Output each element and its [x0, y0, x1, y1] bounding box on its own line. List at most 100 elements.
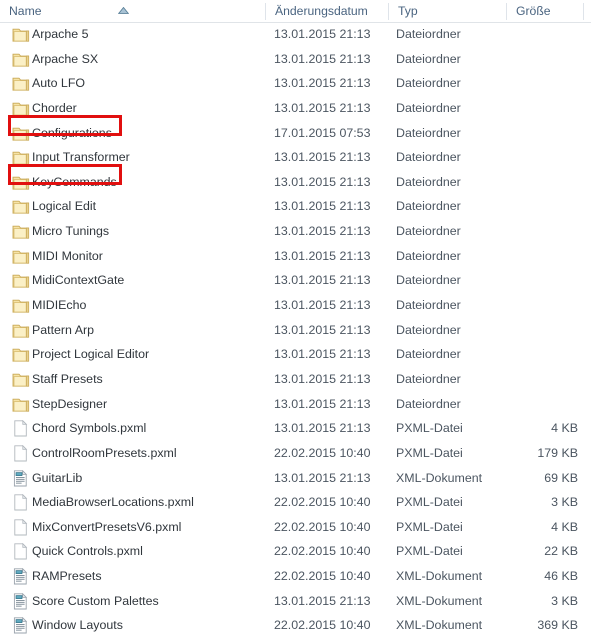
- cell-date: 13.01.2015 21:13: [274, 347, 371, 362]
- cell-name: StepDesigner: [32, 396, 108, 411]
- cell-size: [500, 318, 578, 343]
- table-row[interactable]: KeyCommands 13.01.2015 21:13 Dateiordner: [0, 170, 591, 195]
- cell-size: [500, 96, 578, 121]
- table-row[interactable]: Arpache SX 13.01.2015 21:13 Dateiordner: [0, 47, 591, 72]
- table-row[interactable]: Micro Tunings 13.01.2015 21:13 Dateiordner: [0, 219, 591, 244]
- blank-document-icon: [12, 494, 30, 511]
- cell-size: [500, 392, 578, 417]
- cell-date: 22.02.2015 10:40: [274, 618, 371, 633]
- cell-size: [500, 145, 578, 170]
- cell-name: MediaBrowserLocations.pxml: [32, 495, 194, 510]
- table-row[interactable]: MediaBrowserLocations.pxml 22.02.2015 10:…: [0, 490, 591, 515]
- table-row[interactable]: Score Custom Palettes 13.01.2015 21:13 XML…: [0, 589, 591, 614]
- cell-date: 22.02.2015 10:40: [274, 544, 371, 559]
- folder-icon: [12, 75, 30, 92]
- cell-size: [500, 170, 578, 195]
- table-row[interactable]: Input Transformer 13.01.2015 21:13 Dateior…: [0, 145, 591, 170]
- table-row[interactable]: Auto LFO 13.01.2015 21:13 Dateiordner: [0, 71, 591, 96]
- blank-document-icon: [12, 444, 30, 462]
- cell-name: Micro Tunings: [32, 224, 110, 239]
- cell-type: XML-Dokument: [396, 470, 483, 485]
- table-row[interactable]: MIDI Monitor 13.01.2015 21:13 Dateiordner: [0, 244, 591, 269]
- cell-date: 22.02.2015 10:40: [274, 445, 371, 460]
- cell-date: 13.01.2015 21:13: [274, 273, 371, 288]
- column-header-type[interactable]: Typ: [389, 0, 506, 22]
- cell-size: 179 KB: [537, 445, 578, 460]
- cell-size: [500, 121, 578, 146]
- cell-name: MidiContextGate: [32, 273, 125, 288]
- blank-document-icon: [12, 420, 30, 437]
- cell-date: 13.01.2015 21:13: [274, 224, 371, 239]
- cell-name: MIDIEcho: [32, 298, 87, 313]
- cell-name: Auto LFO: [32, 76, 86, 91]
- sort-ascending-arrow-icon: [117, 1, 130, 14]
- cell-name: Arpache 5: [32, 27, 89, 41]
- cell-type: Dateiordner: [396, 224, 461, 239]
- table-row[interactable]: Project Logical Editor 13.01.2015 21:13 Da…: [0, 342, 591, 367]
- cell-size: 369 KB: [537, 618, 578, 633]
- cell-type: Dateiordner: [396, 396, 461, 411]
- cell-date: 13.01.2015 21:13: [274, 150, 371, 165]
- table-row[interactable]: ControlRoomPresets.pxml 22.02.2015 10:40 P…: [0, 441, 591, 466]
- cell-date: 13.01.2015 21:13: [274, 298, 371, 313]
- xml-document-icon: [12, 567, 30, 585]
- cell-type: PXML-Datei: [396, 421, 463, 436]
- table-row[interactable]: Quick Controls.pxml 22.02.2015 10:40 PXML-…: [0, 539, 591, 564]
- cell-name: KeyCommands: [32, 174, 117, 189]
- table-row[interactable]: Staff Presets 13.01.2015 21:13 Dateiordner: [0, 367, 591, 392]
- cell-size: [500, 244, 578, 269]
- cell-type: Dateiordner: [396, 125, 461, 140]
- folder-icon: [12, 26, 30, 43]
- cell-type: XML-Dokument: [396, 593, 483, 608]
- table-row[interactable]: Configurations 17.01.2015 07:53 Dateiordne…: [0, 121, 591, 146]
- xml-document-icon: [12, 469, 30, 487]
- column-header-size-label: Größe: [516, 4, 551, 18]
- column-header-date[interactable]: Änderungsdatum: [266, 0, 388, 22]
- table-row[interactable]: GuitarLib 13.01.2015 21:13 XML-Dokument 69 …: [0, 466, 591, 491]
- cell-name: Staff Presets: [32, 371, 103, 386]
- cell-name: Pattern Arp: [32, 322, 94, 337]
- table-row[interactable]: MidiContextGate 13.01.2015 21:13 Dateiordn…: [0, 268, 591, 293]
- cell-name: Arpache SX: [32, 51, 99, 66]
- cell-type: PXML-Datei: [396, 495, 463, 510]
- cell-type: Dateiordner: [396, 371, 461, 386]
- cell-date: 13.01.2015 21:13: [274, 174, 371, 189]
- cell-name: Logical Edit: [32, 199, 97, 214]
- cell-size: 3 KB: [551, 593, 578, 608]
- folder-icon: [12, 100, 30, 117]
- table-row[interactable]: Chorder 13.01.2015 21:13 Dateiordner: [0, 96, 591, 121]
- cell-size: [500, 71, 578, 96]
- cell-type: Dateiordner: [396, 273, 461, 288]
- cell-type: PXML-Datei: [396, 519, 463, 534]
- table-row[interactable]: Arpache 5 13.01.2015 21:13 Dateiordner: [0, 22, 591, 47]
- cell-date: 13.01.2015 21:13: [274, 100, 371, 115]
- column-header-date-label: Änderungsdatum: [275, 4, 368, 18]
- table-row[interactable]: Pattern Arp 13.01.2015 21:13 Dateiordner: [0, 318, 591, 343]
- folder-icon: [12, 371, 30, 388]
- cell-type: Dateiordner: [396, 199, 461, 214]
- table-row[interactable]: Logical Edit 13.01.2015 21:13 Dateiordner: [0, 194, 591, 219]
- file-list-rows: Arpache 5 13.01.2015 21:13 Dateiordner Arpa…: [0, 22, 591, 634]
- blank-document-icon: [12, 543, 30, 560]
- table-row[interactable]: MIDIEcho 13.01.2015 21:13 Dateiordner: [0, 293, 591, 318]
- cell-date: 13.01.2015 21:13: [274, 322, 371, 337]
- cell-name: MixConvertPresetsV6.pxml: [32, 519, 182, 534]
- column-header-size[interactable]: Größe: [507, 0, 583, 22]
- folder-icon: [12, 346, 30, 363]
- cell-date: 13.01.2015 21:13: [274, 371, 371, 386]
- column-header-row: Name Änderungsdatum Typ Größe: [0, 0, 591, 23]
- cell-type: Dateiordner: [396, 322, 461, 337]
- column-header-name[interactable]: Name: [0, 0, 265, 22]
- table-row[interactable]: StepDesigner 13.01.2015 21:13 Dateiordner: [0, 392, 591, 417]
- cell-type: Dateiordner: [396, 174, 461, 189]
- header-divider-4[interactable]: [583, 3, 584, 20]
- cell-type: Dateiordner: [396, 100, 461, 115]
- table-row[interactable]: MixConvertPresetsV6.pxml 22.02.2015 10:40…: [0, 515, 591, 540]
- folder-icon: [12, 248, 30, 265]
- table-row[interactable]: Window Layouts 22.02.2015 10:40 XML-Dokume…: [0, 613, 591, 638]
- cell-size: [500, 219, 578, 244]
- table-row[interactable]: Chord Symbols.pxml 13.01.2015 21:13 PXML-D…: [0, 416, 591, 441]
- cell-name: GuitarLib: [32, 470, 83, 485]
- cell-type: Dateiordner: [396, 27, 461, 41]
- cell-date: 17.01.2015 07:53: [274, 125, 371, 140]
